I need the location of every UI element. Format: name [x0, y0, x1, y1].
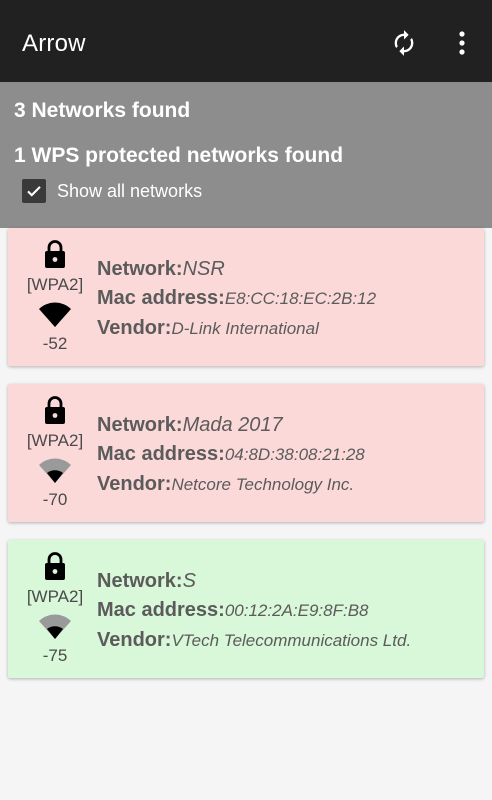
show-all-networks-toggle[interactable]: Show all networks — [22, 178, 202, 204]
wps-found-text: 1 WPS protected networks found — [14, 144, 344, 167]
wifi-signal-icon — [39, 302, 71, 327]
network-card[interactable]: [WPA2] -70 Network:Mada 2017 Mac address… — [8, 384, 484, 522]
vendor-row: Vendor:D-Link International — [97, 317, 319, 340]
mac-address-row: Mac address:04:8D:38:08:21:28 — [97, 443, 365, 466]
overflow-menu-icon — [459, 31, 465, 55]
signal-strength: -75 — [42, 646, 68, 665]
network-name-row: Network:S — [97, 570, 196, 593]
vendor-row: Vendor:Netcore Technology Inc. — [97, 473, 354, 496]
checkmark-icon — [27, 186, 41, 197]
mac-address-row: Mac address:00:12:2A:E9:8F:B8 — [97, 599, 369, 622]
vendor-row: Vendor:VTech Telecommunications Ltd. — [97, 629, 411, 652]
networks-found-text: 3 Networks found — [14, 99, 191, 122]
network-name-row: Network:NSR — [97, 258, 225, 281]
scan-summary: 3 Networks found 1 WPS protected network… — [0, 82, 492, 228]
network-name: S — [182, 570, 196, 592]
lock-icon — [45, 552, 65, 580]
mac-address-row: Mac address:E8:CC:18:EC:2B:12 — [97, 287, 376, 310]
signal-strength: -52 — [42, 334, 68, 353]
mac-address: 00:12:2A:E9:8F:B8 — [224, 601, 369, 620]
vendor-label: Vendor: — [97, 473, 172, 495]
overflow-menu-button[interactable] — [445, 24, 479, 62]
network-label: Network: — [97, 414, 183, 436]
network-card[interactable]: [WPA2] -52 Network:NSR Mac address:E8:CC… — [8, 228, 484, 366]
refresh-icon — [394, 30, 414, 56]
network-label: Network: — [97, 570, 183, 592]
network-label: Network: — [97, 258, 183, 280]
security-type: [WPA2] — [26, 275, 84, 294]
app-title: Arrow — [22, 30, 86, 57]
show-all-label: Show all networks — [57, 180, 203, 201]
mac-address: 04:8D:38:08:21:28 — [224, 445, 365, 464]
vendor-label: Vendor: — [97, 317, 172, 339]
show-all-checkbox[interactable] — [22, 179, 46, 203]
refresh-button[interactable] — [387, 24, 421, 62]
security-type: [WPA2] — [26, 431, 84, 450]
mac-label: Mac address: — [97, 287, 225, 309]
vendor-name: D-Link International — [171, 319, 319, 338]
signal-strength: -70 — [42, 490, 68, 509]
mac-address: E8:CC:18:EC:2B:12 — [224, 289, 377, 308]
app-bar: Arrow — [0, 0, 492, 82]
network-name-row: Network:Mada 2017 — [97, 414, 283, 437]
wifi-signal-icon — [39, 614, 71, 639]
mac-label: Mac address: — [97, 443, 225, 465]
vendor-label: Vendor: — [97, 629, 172, 651]
wifi-signal-icon — [39, 458, 71, 483]
network-name: NSR — [182, 258, 225, 280]
vendor-name: VTech Telecommunications Ltd. — [171, 631, 412, 650]
mac-label: Mac address: — [97, 599, 225, 621]
network-name: Mada 2017 — [182, 414, 283, 436]
network-card[interactable]: [WPA2] -75 Network:S Mac address:00:12:2… — [8, 540, 484, 678]
lock-icon — [45, 396, 65, 424]
vendor-name: Netcore Technology Inc. — [171, 475, 355, 494]
security-type: [WPA2] — [26, 587, 84, 606]
lock-icon — [45, 240, 65, 268]
